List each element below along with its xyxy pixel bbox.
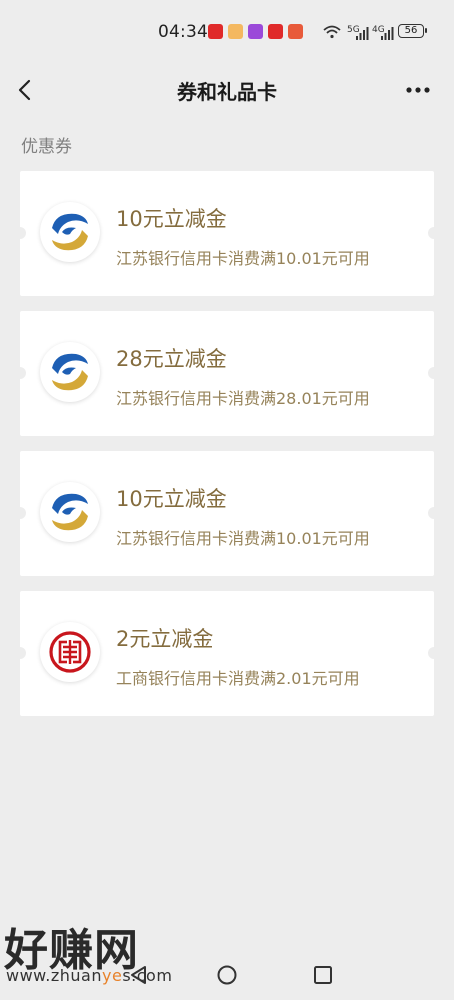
- icbc-bank-logo-icon: [40, 622, 100, 682]
- coupon-title: 10元立减金: [116, 487, 227, 511]
- battery-icon: 56: [398, 24, 427, 38]
- status-time: 04:34: [158, 22, 208, 42]
- app-header: 券和礼品卡: [0, 64, 454, 114]
- coupon-description: 工商银行信用卡消费满2.01元可用: [116, 669, 360, 688]
- home-circle-icon[interactable]: [216, 964, 238, 986]
- wifi-icon: [323, 25, 341, 39]
- ticket-notch: [14, 367, 26, 379]
- jiangsu-bank-logo-icon: [40, 342, 100, 402]
- coupon-description: 江苏银行信用卡消费满10.01元可用: [116, 529, 370, 548]
- recents-square-icon[interactable]: [312, 964, 334, 986]
- system-navigation-bar: [0, 950, 454, 1000]
- coupon-description: 江苏银行信用卡消费满10.01元可用: [116, 249, 370, 268]
- more-button[interactable]: [400, 76, 436, 104]
- more-dots-icon: [406, 87, 430, 93]
- ticket-notch: [428, 507, 440, 519]
- notification-icon: [208, 24, 223, 39]
- ticket-notch: [14, 507, 26, 519]
- coupon-title: 28元立减金: [116, 347, 227, 371]
- ticket-notch: [428, 227, 440, 239]
- jiangsu-bank-logo-icon: [40, 202, 100, 262]
- back-triangle-icon[interactable]: [128, 964, 150, 986]
- coupon-card[interactable]: 10元立减金 江苏银行信用卡消费满10.01元可用: [14, 171, 440, 296]
- signal-icon: [356, 27, 369, 40]
- coupon-title: 10元立减金: [116, 207, 227, 231]
- coupon-card[interactable]: 10元立减金 江苏银行信用卡消费满10.01元可用: [14, 451, 440, 576]
- notification-icon: [268, 24, 283, 39]
- notification-icon: [288, 24, 303, 39]
- ticket-notch: [14, 647, 26, 659]
- page-title: 券和礼品卡: [177, 80, 277, 104]
- ticket-notch: [428, 647, 440, 659]
- signal-icon: [381, 27, 394, 40]
- coupon-card[interactable]: 2元立减金 工商银行信用卡消费满2.01元可用: [14, 591, 440, 716]
- jiangsu-bank-logo-icon: [40, 482, 100, 542]
- status-bar: 04:34 5G 4G 56: [0, 0, 454, 64]
- coupon-title: 2元立减金: [116, 627, 214, 651]
- coupon-description: 江苏银行信用卡消费满28.01元可用: [116, 389, 370, 408]
- notification-icon: [228, 24, 243, 39]
- ticket-notch: [428, 367, 440, 379]
- section-label-coupons: 优惠券: [21, 137, 72, 157]
- coupon-card[interactable]: 28元立减金 江苏银行信用卡消费满28.01元可用: [14, 311, 440, 436]
- ticket-notch: [14, 227, 26, 239]
- notification-icon: [248, 24, 263, 39]
